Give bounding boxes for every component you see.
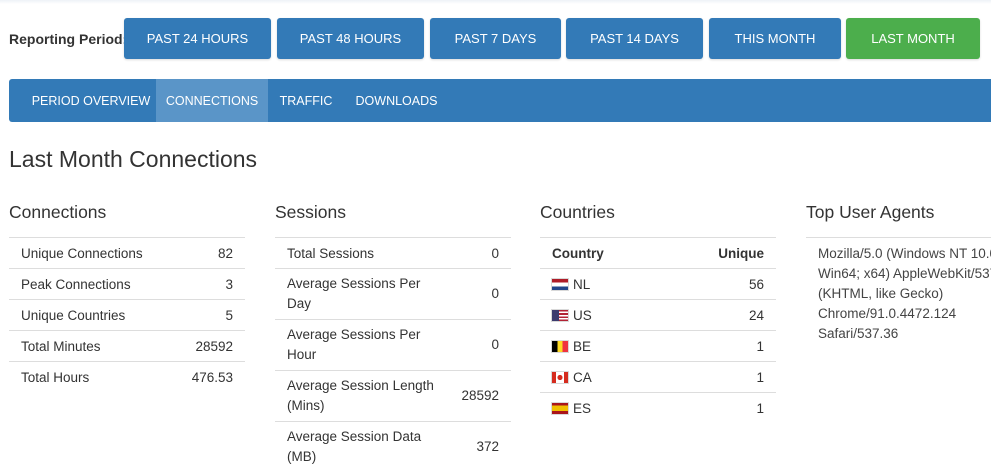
connections-table: Unique Connections82 Peak Connections3 U… bbox=[9, 237, 245, 392]
table-row: Peak Connections3 bbox=[9, 269, 245, 300]
row-value: 3 bbox=[172, 269, 245, 300]
connections-panel: Connections Unique Connections82 Peak Co… bbox=[9, 202, 245, 392]
user-agent-line: Mozilla/5.0 (Windows NT 10.0; bbox=[818, 244, 991, 264]
table-row: Average Sessions Per Hour0 bbox=[275, 320, 511, 371]
row-label: Total Hours bbox=[9, 362, 172, 393]
unique-column-header: Unique bbox=[663, 238, 776, 269]
user-agent-line: Chrome/91.0.4472.124 bbox=[818, 304, 991, 324]
canada-flag-icon bbox=[552, 372, 568, 383]
table-row: Average Sessions Per Day0 bbox=[275, 269, 511, 320]
user-agent-line: Win64; x64) AppleWebKit/537.36 bbox=[818, 264, 991, 284]
page-title: Last Month Connections bbox=[9, 146, 257, 173]
period-button-last-month[interactable]: LAST MONTH bbox=[846, 18, 980, 59]
user-agent-line: Safari/537.36 bbox=[818, 324, 991, 344]
row-label: Peak Connections bbox=[9, 269, 172, 300]
row-value: 0 bbox=[449, 320, 511, 371]
user-agents-title: Top User Agents bbox=[806, 202, 991, 224]
row-value: 372 bbox=[449, 422, 511, 472]
row-value: 28592 bbox=[172, 331, 245, 362]
table-row: ES 1 bbox=[540, 393, 776, 424]
netherlands-flag-icon bbox=[552, 279, 568, 290]
period-button-past-48-hours[interactable]: PAST 48 HOURS bbox=[277, 18, 424, 59]
table-row: CA 1 bbox=[540, 362, 776, 393]
row-label: Total Sessions bbox=[275, 238, 449, 269]
tab-connections[interactable]: CONNECTIONS bbox=[156, 79, 268, 122]
table-row: Total Hours476.53 bbox=[9, 362, 245, 393]
country-cell: BE bbox=[540, 331, 663, 362]
country-cell: NL bbox=[540, 269, 663, 300]
row-label: Unique Connections bbox=[9, 238, 172, 269]
period-button-past-7-days[interactable]: PAST 7 DAYS bbox=[430, 18, 561, 59]
reporting-period-bar: Reporting Period: bbox=[9, 18, 132, 59]
table-row: Unique Countries5 bbox=[9, 300, 245, 331]
user-agent-entry: Mozilla/5.0 (Windows NT 10.0; Win64; x64… bbox=[806, 237, 991, 344]
period-button-this-month[interactable]: THIS MONTH bbox=[709, 18, 841, 59]
reporting-period-label: Reporting Period: bbox=[9, 31, 127, 47]
tab-downloads[interactable]: DOWNLOADS bbox=[350, 79, 443, 122]
tab-traffic[interactable]: TRAFFIC bbox=[273, 79, 339, 122]
country-column-header: Country bbox=[540, 238, 663, 269]
row-label: Unique Countries bbox=[9, 300, 172, 331]
row-label: Average Sessions Per Hour bbox=[275, 320, 449, 371]
country-cell: US bbox=[540, 300, 663, 331]
tab-bar: PERIOD OVERVIEW CONNECTIONS TRAFFIC DOWN… bbox=[9, 79, 991, 122]
user-agents-panel: Top User Agents Mozilla/5.0 (Windows NT … bbox=[806, 202, 991, 344]
table-header-row: CountryUnique bbox=[540, 238, 776, 269]
row-value: 1 bbox=[663, 393, 776, 424]
period-button-past-14-days[interactable]: PAST 14 DAYS bbox=[566, 18, 703, 59]
row-label: Average Session Length (Mins) bbox=[275, 371, 449, 422]
country-cell: CA bbox=[540, 362, 663, 393]
table-row: Average Session Data (MB)372 bbox=[275, 422, 511, 472]
row-value: 1 bbox=[663, 362, 776, 393]
row-value: 5 bbox=[172, 300, 245, 331]
table-row: Average Session Length (Mins)28592 bbox=[275, 371, 511, 422]
sessions-panel: Sessions Total Sessions0 Average Session… bbox=[275, 202, 511, 472]
row-value: 0 bbox=[449, 269, 511, 320]
table-row: Total Minutes28592 bbox=[9, 331, 245, 362]
country-code: NL bbox=[573, 277, 590, 292]
tab-period-overview[interactable]: PERIOD OVERVIEW bbox=[26, 79, 156, 122]
row-label: Average Session Data (MB) bbox=[275, 422, 449, 472]
belgium-flag-icon bbox=[552, 341, 568, 352]
top-edge bbox=[0, 0, 991, 4]
row-value: 0 bbox=[449, 238, 511, 269]
table-row: Total Sessions0 bbox=[275, 238, 511, 269]
row-value: 82 bbox=[172, 238, 245, 269]
spain-flag-icon bbox=[552, 403, 568, 414]
sessions-table: Total Sessions0 Average Sessions Per Day… bbox=[275, 237, 511, 472]
row-value: 56 bbox=[663, 269, 776, 300]
country-cell: ES bbox=[540, 393, 663, 424]
countries-table: CountryUnique NL 56 US 24 BE 1 CA 1 ES 1 bbox=[540, 237, 776, 423]
user-agent-line: (KHTML, like Gecko) bbox=[818, 284, 991, 304]
row-label: Total Minutes bbox=[9, 331, 172, 362]
sessions-title: Sessions bbox=[275, 202, 511, 224]
row-value: 476.53 bbox=[172, 362, 245, 393]
country-code: ES bbox=[573, 401, 591, 416]
row-value: 1 bbox=[663, 331, 776, 362]
row-label: Average Sessions Per Day bbox=[275, 269, 449, 320]
table-row: BE 1 bbox=[540, 331, 776, 362]
table-row: Unique Connections82 bbox=[9, 238, 245, 269]
countries-title: Countries bbox=[540, 202, 776, 224]
country-code: BE bbox=[573, 339, 591, 354]
table-row: US 24 bbox=[540, 300, 776, 331]
connections-title: Connections bbox=[9, 202, 245, 224]
country-code: US bbox=[573, 308, 592, 323]
period-button-past-24-hours[interactable]: PAST 24 HOURS bbox=[124, 18, 271, 59]
row-value: 28592 bbox=[449, 371, 511, 422]
table-row: NL 56 bbox=[540, 269, 776, 300]
country-code: CA bbox=[573, 370, 592, 385]
usa-flag-icon bbox=[552, 310, 568, 321]
countries-panel: Countries CountryUnique NL 56 US 24 BE 1 CA… bbox=[540, 202, 776, 423]
row-value: 24 bbox=[663, 300, 776, 331]
